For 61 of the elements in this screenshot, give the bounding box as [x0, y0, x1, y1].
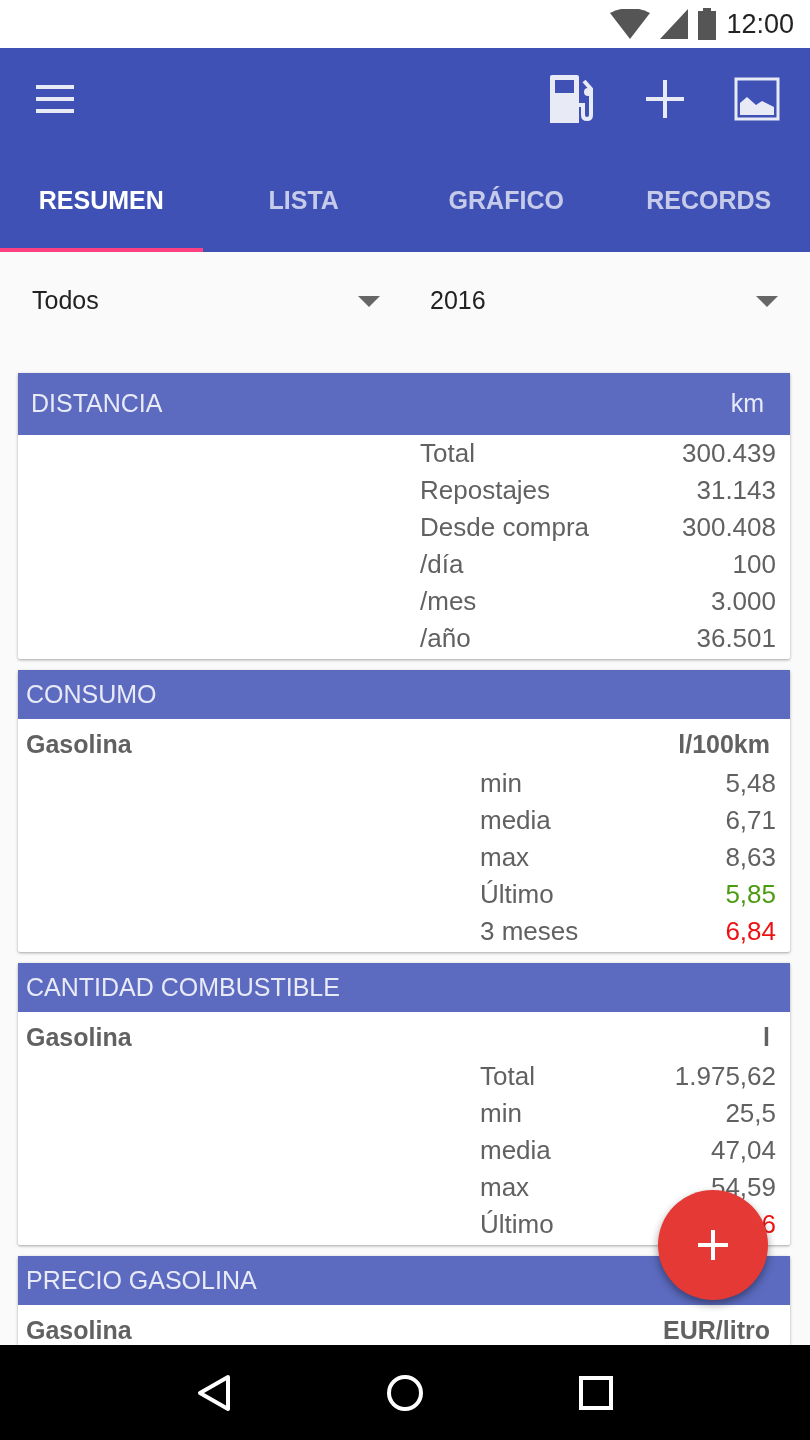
stat-label: media [480, 804, 551, 837]
stat-value: 25,5 [725, 1097, 776, 1130]
stat-value: 3.000 [710, 585, 776, 618]
stat-label: Desde compra [420, 511, 590, 544]
clock-time: 12:00 [726, 7, 794, 41]
stat-label: min [480, 767, 522, 800]
signal-icon [660, 9, 689, 39]
stat-label: /día [420, 548, 464, 581]
stat-label: max [480, 1171, 530, 1204]
back-icon[interactable] [197, 1373, 232, 1412]
section-title: CONSUMO [26, 678, 157, 710]
stat-label: Último [480, 878, 554, 911]
tab[interactable]: GRÁFICO [405, 150, 608, 252]
stat-label: /mes [420, 585, 477, 618]
stat-value: 1.975,62 [674, 1060, 776, 1093]
stat-value: 47,04 [710, 1134, 776, 1167]
fuel-type: Gasolina [26, 1315, 132, 1345]
tab[interactable]: RECORDS [607, 150, 810, 252]
stat-label: max [480, 841, 530, 874]
fuel-type: Gasolina [26, 1022, 132, 1052]
section-title: CANTIDAD COMBUSTIBLE [26, 971, 340, 1003]
section-title: PRECIO GASOLINA [26, 1264, 257, 1296]
recents-icon[interactable] [578, 1375, 613, 1410]
unit-label: EUR/litro [663, 1315, 770, 1345]
stat-label: min [480, 1097, 522, 1130]
fuel-type: Gasolina [26, 729, 132, 759]
fuel-pump-icon[interactable] [550, 75, 596, 123]
stat-value: 100 [732, 548, 776, 581]
battery-icon [698, 8, 717, 40]
section-title: DISTANCIA [31, 388, 163, 420]
stat-value: 36.501 [696, 622, 776, 655]
stat-value: 300.439 [682, 437, 776, 470]
unit-label: km [730, 388, 764, 420]
stat-value: 5,48 [725, 767, 776, 800]
stat-value: 8,63 [725, 841, 776, 874]
stat-label: Total [420, 437, 475, 470]
stat-label: media [480, 1134, 551, 1167]
menu-icon[interactable] [36, 85, 74, 113]
unit-label: l/100km [678, 729, 770, 759]
stat-label: Total [480, 1060, 535, 1093]
stat-label: /año [420, 622, 471, 655]
tab[interactable]: RESUMEN [0, 150, 203, 252]
stat-value: 6,71 [725, 804, 776, 837]
caret-icon [358, 295, 380, 307]
stat-value: 6,84 [725, 915, 776, 948]
stat-label: 3 meses [480, 915, 579, 948]
add-icon [698, 1230, 728, 1260]
stat-value: 5,85 [725, 878, 776, 911]
stat-label: Último [480, 1208, 554, 1241]
unit-label: l [763, 1022, 770, 1052]
home-icon[interactable] [386, 1373, 424, 1412]
tab[interactable]: LISTA [202, 150, 405, 252]
add-icon[interactable] [646, 80, 684, 118]
dropdown[interactable]: Todos [32, 282, 380, 320]
image-icon[interactable] [734, 77, 780, 121]
caret-icon [756, 295, 778, 307]
wifi-icon [610, 9, 651, 39]
stat-label: Repostajes [420, 474, 551, 507]
stat-value: 300.408 [682, 511, 776, 544]
dropdown[interactable]: 2016 [430, 282, 778, 320]
stat-value: 31.143 [696, 474, 776, 507]
